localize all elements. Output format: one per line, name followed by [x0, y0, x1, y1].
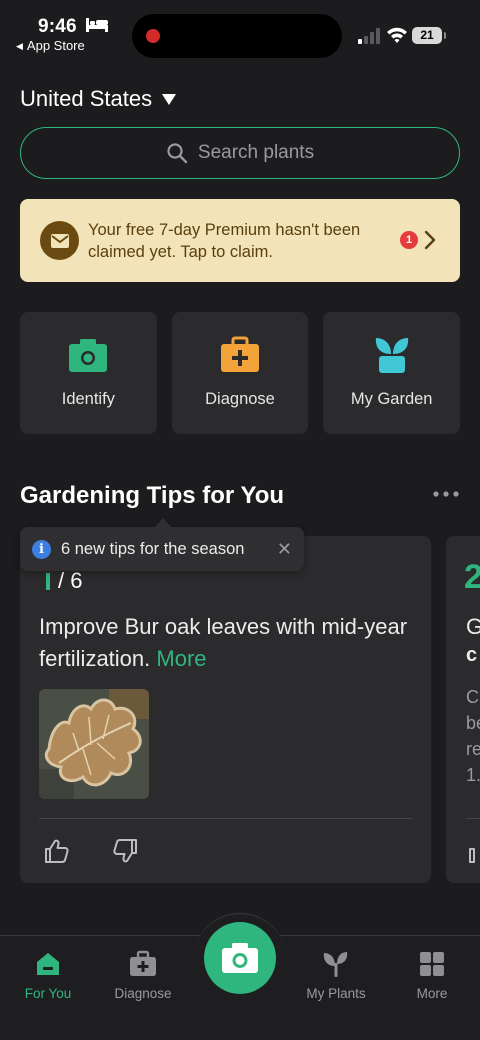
premium-banner-text: Your free 7-day Premium hasn't been clai…	[88, 221, 361, 261]
search-placeholder: Search plants	[197, 142, 315, 163]
back-triangle-icon: ◀	[16, 41, 23, 51]
battery-indicator: 21	[412, 27, 446, 44]
tip-divider	[39, 818, 412, 819]
next-tip-body: C be re 1.	[466, 684, 480, 788]
tip-counter-text: / 6	[58, 568, 83, 593]
thumbs-up-icon[interactable]	[44, 838, 70, 864]
grid-icon	[420, 952, 444, 976]
wifi-icon	[387, 27, 407, 43]
back-to-app-store[interactable]: ◀ App Store	[16, 38, 85, 53]
first-aid-kit-icon	[221, 336, 259, 372]
home-screen: 9:46 ◀ App Store 21 United States Search…	[0, 0, 480, 1040]
tab-my-plants[interactable]: My Plants	[288, 950, 384, 1001]
tab-for-you[interactable]: For You	[0, 950, 96, 1001]
mail-icon	[40, 221, 79, 260]
next-tip-card[interactable]: 2 G c C be re 1.	[446, 536, 480, 883]
thumbs-down-icon[interactable]	[112, 838, 138, 864]
next-tip-body-line: re	[466, 739, 480, 759]
caret-down-icon	[162, 94, 177, 105]
tab-more[interactable]: More	[384, 950, 480, 1001]
cellular-signal-icon	[358, 28, 380, 44]
tips-tooltip: i 6 new tips for the season ✕	[20, 518, 304, 571]
tip-text: Improve Bur oak leaves with mid-year fer…	[39, 611, 411, 675]
search-icon	[167, 143, 188, 164]
next-tip-body-line: C	[466, 687, 479, 707]
close-icon[interactable]: ✕	[277, 540, 292, 558]
more-options-icon[interactable]	[432, 490, 460, 498]
identify-button[interactable]: Identify	[20, 312, 157, 434]
tip-counter-bar	[46, 572, 50, 590]
tips-section-title: Gardening Tips for You	[20, 482, 285, 509]
recording-dot-icon	[146, 29, 160, 43]
back-app-label: App Store	[26, 38, 85, 53]
first-aid-kit-icon	[130, 950, 156, 976]
region-label: United States	[20, 86, 153, 111]
premium-claim-banner[interactable]: Your free 7-day Premium hasn't been clai…	[20, 199, 460, 282]
diagnose-label: Diagnose	[205, 390, 275, 408]
next-tip-line1: G	[466, 614, 480, 639]
status-bar: 9:46 ◀ App Store 21	[0, 0, 480, 62]
dynamic-island	[132, 14, 342, 58]
next-tip-divider	[466, 818, 480, 819]
tab-for-you-label: For You	[24, 986, 72, 1001]
status-time: 9:46	[38, 16, 77, 37]
notification-badge: 1	[400, 231, 418, 249]
tooltip-text: 6 new tips for the season	[61, 539, 245, 558]
region-selector[interactable]: United States	[20, 86, 177, 112]
next-tip-body-line: 1.	[466, 765, 480, 785]
tip-card[interactable]: / 6 Improve Bur oak leaves with mid-year…	[20, 536, 431, 883]
camera-icon	[222, 943, 258, 973]
my-garden-label: My Garden	[350, 390, 433, 408]
home-icon	[37, 953, 59, 975]
camera-capture-button[interactable]	[204, 922, 276, 994]
next-tip-line2: c	[466, 644, 478, 666]
camera-icon	[69, 339, 108, 372]
bed-icon	[86, 18, 108, 32]
tab-my-plants-label: My Plants	[306, 986, 366, 1001]
search-input[interactable]: Search plants	[20, 127, 460, 179]
tip-body: Improve Bur oak leaves with mid-year fer…	[39, 614, 408, 671]
thumbs-up-icon[interactable]	[468, 838, 480, 864]
potted-plant-icon	[375, 338, 408, 373]
sprout-icon	[323, 952, 348, 977]
next-tip-number: 2	[464, 558, 480, 596]
tab-diagnose[interactable]: Diagnose	[95, 950, 191, 1001]
tip-more-link[interactable]: More	[156, 646, 206, 671]
chevron-right-icon	[424, 230, 436, 250]
tab-diagnose-label: Diagnose	[114, 986, 172, 1001]
my-garden-button[interactable]: My Garden	[323, 312, 461, 434]
tip-counter: / 6	[46, 568, 82, 594]
quick-actions: Identify Diagnose My Garden	[20, 312, 461, 434]
next-tip-body-line: be	[466, 713, 480, 733]
info-icon: i	[32, 539, 51, 559]
tip-image	[39, 689, 149, 799]
tab-more-label: More	[416, 986, 448, 1001]
identify-label: Identify	[61, 390, 115, 408]
diagnose-button[interactable]: Diagnose	[171, 312, 309, 434]
